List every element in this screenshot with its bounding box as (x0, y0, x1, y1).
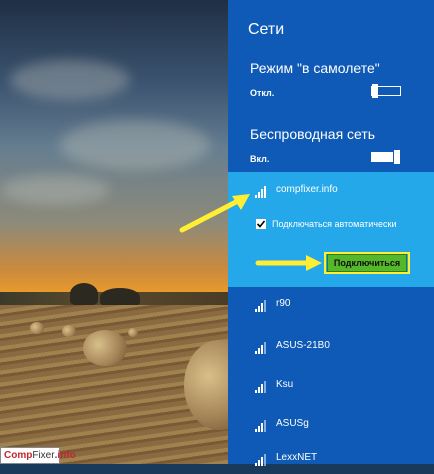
annotation-arrows (179, 194, 322, 271)
arrow-to-network (179, 194, 250, 233)
arrow-to-connect (255, 255, 322, 271)
